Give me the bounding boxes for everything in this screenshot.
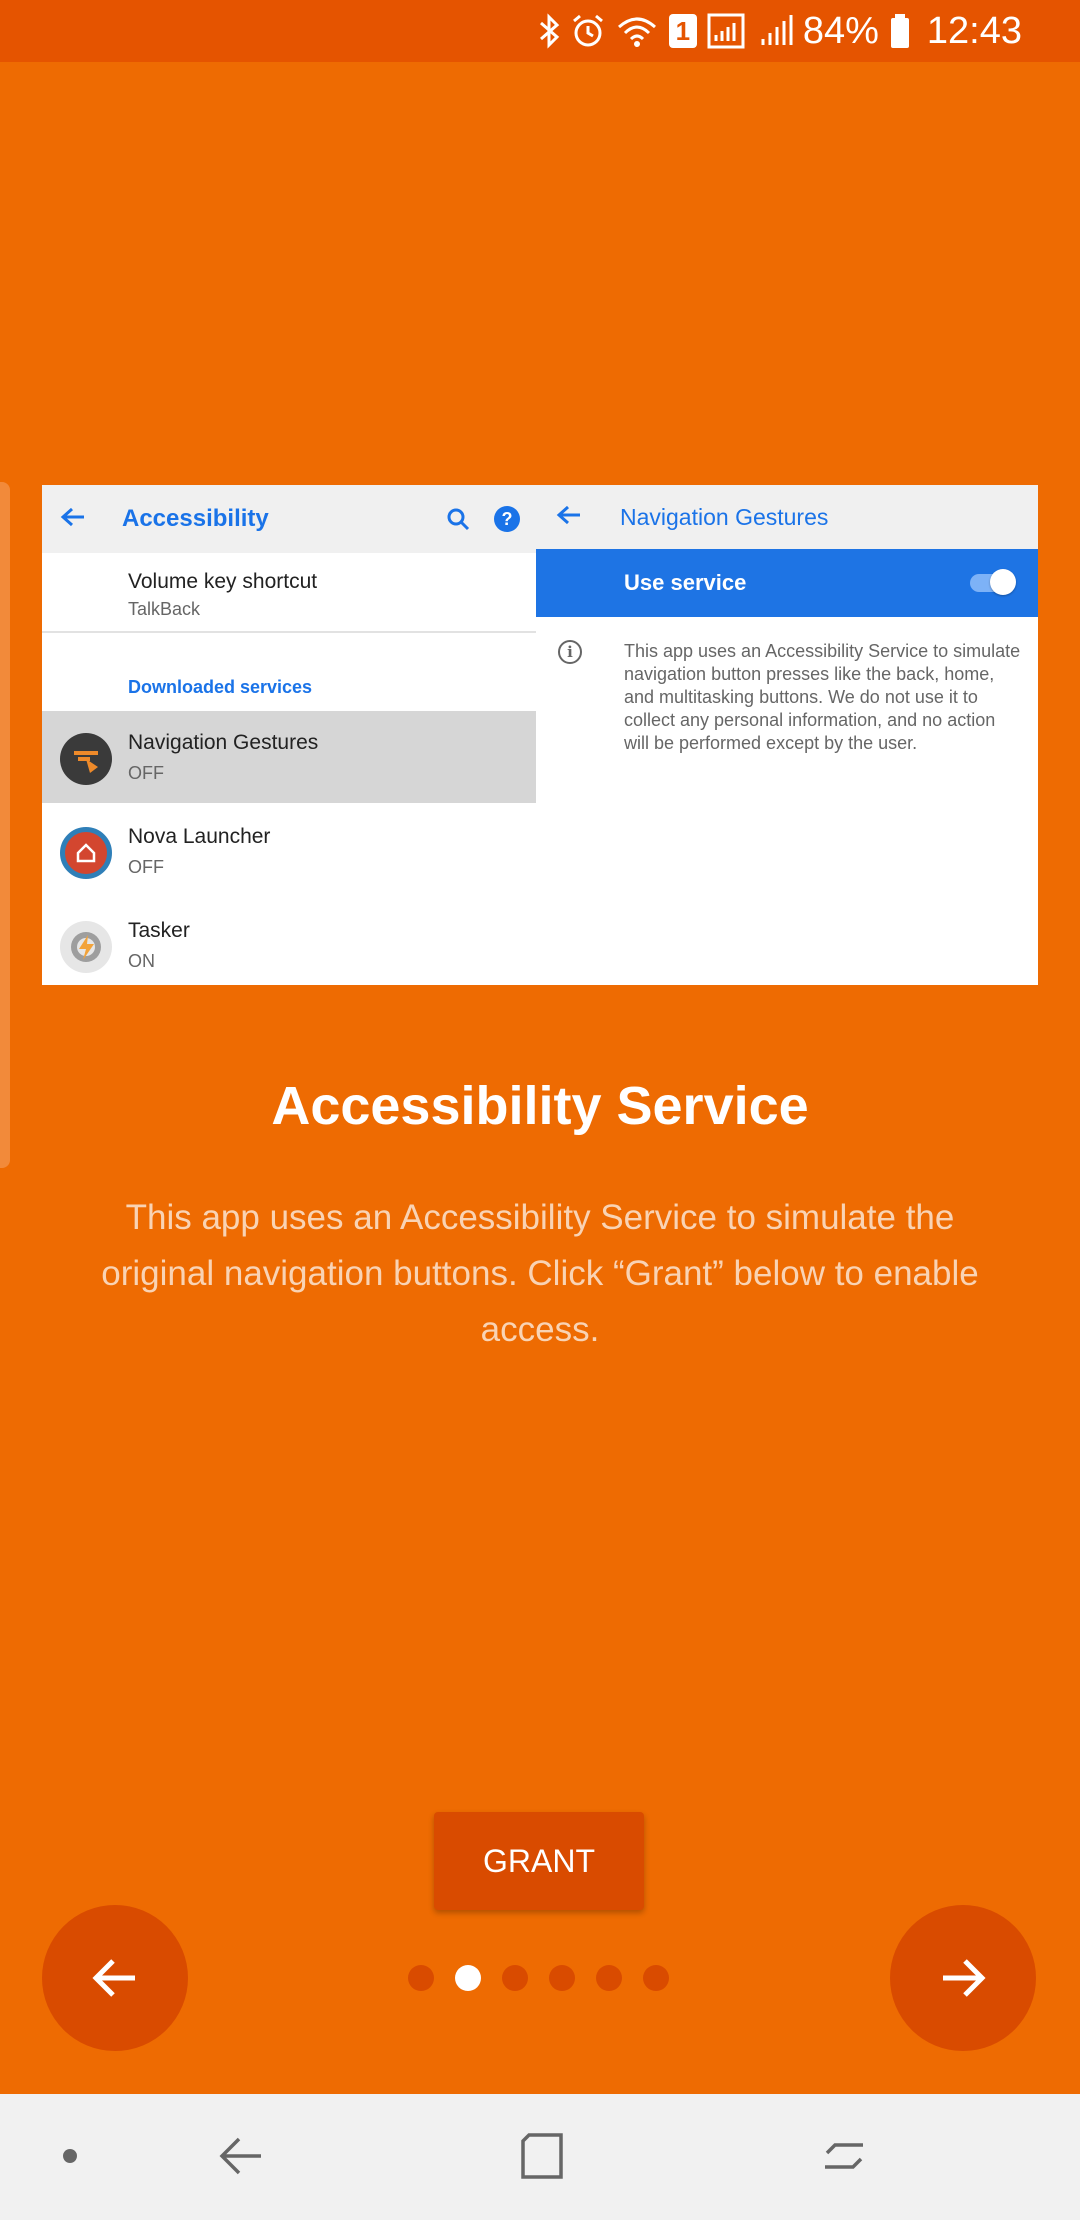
- page-indicator: [408, 1965, 669, 1991]
- accessibility-title: Accessibility: [122, 505, 269, 532]
- sim-badge: 1: [668, 14, 697, 48]
- service-row-navigation-gestures: Navigation Gestures OFF: [42, 711, 536, 803]
- nova-launcher-app-icon: [60, 827, 112, 879]
- tutorial-screenshot: Accessibility ? Volume key shortcut Talk…: [42, 485, 1038, 985]
- accessibility-settings-pane: Accessibility ? Volume key shortcut Talk…: [42, 485, 536, 985]
- status-bar: 1 84% 12:43: [0, 0, 1080, 62]
- arrow-right-icon: [943, 1959, 986, 1997]
- service-title: Tasker: [128, 919, 190, 942]
- hide-nav-dot-icon[interactable]: [58, 2144, 82, 2168]
- signal-2-icon: [757, 11, 793, 51]
- page-dot: [502, 1965, 528, 1991]
- recents-nav-icon[interactable]: [814, 2130, 874, 2182]
- service-title: Nova Launcher: [128, 825, 271, 848]
- page-dot: [549, 1965, 575, 1991]
- next-button[interactable]: [890, 1905, 1036, 2051]
- volume-key-sub: TalkBack: [128, 599, 201, 619]
- volume-key-shortcut-row: Volume key shortcut TalkBack: [42, 553, 536, 633]
- signal-icon: [707, 11, 747, 51]
- volume-key-title: Volume key shortcut: [128, 570, 318, 593]
- clock: 12:43: [926, 9, 1022, 52]
- battery-icon: [889, 11, 911, 51]
- previous-button[interactable]: [42, 1905, 188, 2051]
- back-arrow-icon: [556, 500, 620, 534]
- page-dot: [408, 1965, 434, 1991]
- service-status: OFF: [128, 857, 164, 877]
- page-title: Accessibility Service: [271, 1076, 809, 1136]
- use-service-label: Use service: [624, 570, 747, 595]
- service-row-tasker: Tasker ON: [42, 899, 536, 985]
- system-navigation-bar: [0, 2094, 1080, 2220]
- search-icon: [438, 507, 478, 531]
- use-service-toggle: [970, 569, 1016, 595]
- back-nav-icon[interactable]: [210, 2130, 270, 2182]
- navigation-gestures-app-icon: [60, 733, 112, 785]
- page-description: This app uses an Accessibility Service t…: [101, 1198, 979, 1349]
- service-info-text: This app uses an Accessibility Service t…: [624, 641, 1021, 753]
- navigation-gestures-pane: Navigation Gestures Use service i This a…: [536, 485, 1038, 985]
- wifi-icon: [615, 11, 659, 51]
- bluetooth-icon: [537, 11, 561, 51]
- service-row-nova-launcher: Nova Launcher OFF: [42, 805, 536, 897]
- service-title: Navigation Gestures: [128, 731, 319, 754]
- service-status: OFF: [128, 763, 164, 783]
- grant-button[interactable]: GRANT: [434, 1812, 644, 1910]
- downloaded-services-header: Downloaded services: [128, 677, 313, 697]
- info-icon: i: [558, 640, 582, 664]
- arrow-left-icon: [92, 1959, 135, 1997]
- service-status: ON: [128, 951, 155, 971]
- alarm-icon: [571, 11, 605, 51]
- accessibility-app-bar: Accessibility ?: [42, 485, 536, 553]
- battery-percent: 84%: [802, 9, 879, 52]
- tasker-app-icon: [60, 921, 112, 973]
- edge-panel-handle[interactable]: [0, 482, 10, 1168]
- navigation-gestures-title: Navigation Gestures: [620, 503, 829, 530]
- page-dot-active: [455, 1965, 481, 1991]
- use-service-row: Use service: [536, 549, 1038, 617]
- page-dot: [643, 1965, 669, 1991]
- home-nav-icon[interactable]: [512, 2130, 572, 2182]
- navigation-gestures-app-bar: Navigation Gestures: [536, 485, 1038, 549]
- page-dot: [596, 1965, 622, 1991]
- help-icon: ?: [494, 506, 520, 532]
- back-arrow-icon: [60, 502, 110, 536]
